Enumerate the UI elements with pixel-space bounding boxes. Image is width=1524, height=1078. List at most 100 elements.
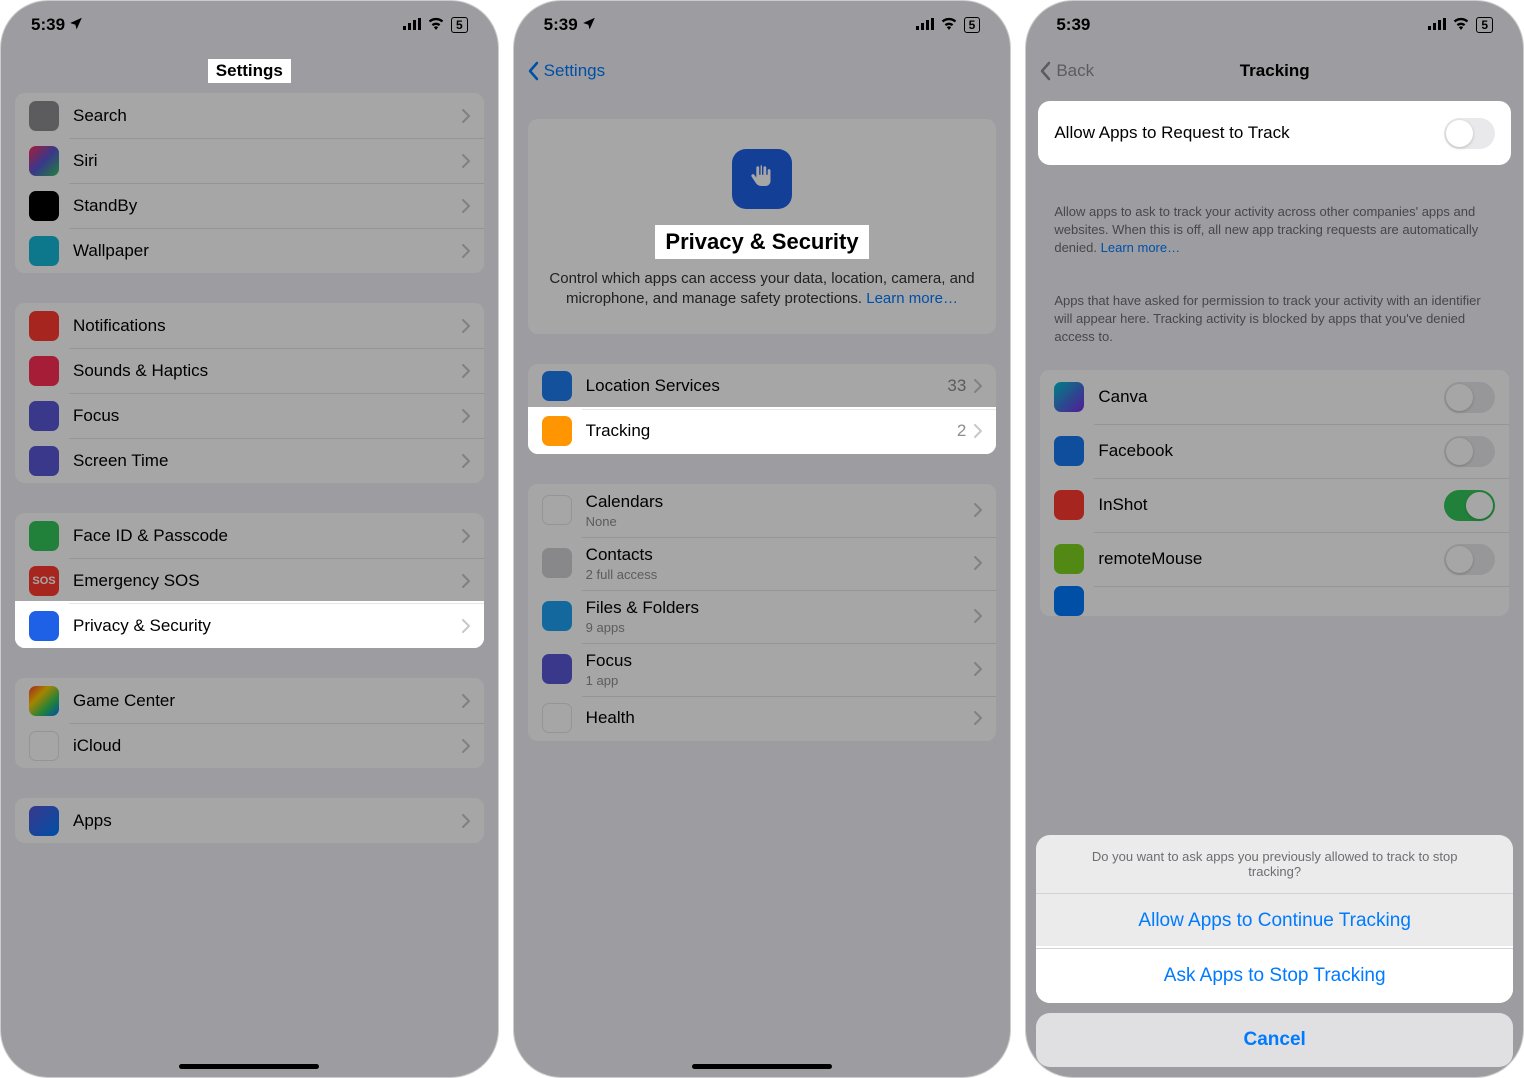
app-label: Canva bbox=[1098, 387, 1444, 407]
allow-apps-label: Allow Apps to Request to Track bbox=[1054, 123, 1444, 143]
privacy-security-screen: 5:39 5 Settings Privacy & Security Contr… bbox=[513, 0, 1012, 1078]
allow-apps-to-track-row[interactable]: Allow Apps to Request to Track bbox=[1040, 103, 1509, 163]
settings-row-files-folders[interactable]: Files & Folders9 apps bbox=[528, 590, 997, 643]
row-label: Tracking bbox=[586, 421, 957, 441]
settings-row-standby[interactable]: StandBy bbox=[15, 183, 484, 228]
page-title: Settings bbox=[208, 59, 291, 83]
nav-header: Settings bbox=[1, 49, 498, 93]
nav-header: Settings bbox=[514, 49, 1011, 93]
chevron-right-icon bbox=[974, 424, 982, 438]
chevron-right-icon bbox=[462, 154, 470, 168]
chevron-right-icon bbox=[974, 379, 982, 393]
chevron-right-icon bbox=[462, 199, 470, 213]
hand-icon bbox=[732, 149, 792, 209]
back-button[interactable]: Back bbox=[1040, 61, 1094, 81]
app-toggle[interactable] bbox=[1444, 490, 1495, 521]
row-label: Search bbox=[73, 106, 462, 126]
settings-row-tracking[interactable]: Tracking2 bbox=[528, 409, 997, 454]
app-row-canva: Canva bbox=[1040, 370, 1509, 424]
battery-icon: 5 bbox=[451, 17, 468, 33]
tracking-description-1: Allow apps to ask to track your activity… bbox=[1026, 193, 1523, 282]
settings-row-notifications[interactable]: Notifications bbox=[15, 303, 484, 348]
stop-tracking-button[interactable]: Ask Apps to Stop Tracking bbox=[1036, 948, 1513, 1003]
settings-row-icloud[interactable]: iCloud bbox=[15, 723, 484, 768]
battery-icon: 5 bbox=[1476, 17, 1493, 33]
settings-row-location-services[interactable]: Location Services33 bbox=[528, 364, 997, 409]
app-label: Facebook bbox=[1098, 441, 1444, 461]
chevron-right-icon bbox=[462, 574, 470, 588]
status-time: 5:39 bbox=[31, 15, 65, 35]
location-icon bbox=[542, 371, 572, 401]
standby-icon bbox=[29, 191, 59, 221]
row-label: Location Services bbox=[586, 376, 948, 396]
page-title: Tracking bbox=[1240, 61, 1310, 81]
signal-icon bbox=[916, 15, 934, 35]
row-sublabel: 1 app bbox=[586, 673, 975, 688]
settings-row-contacts[interactable]: Contacts2 full access bbox=[528, 537, 997, 590]
cancel-button[interactable]: Cancel bbox=[1036, 1013, 1513, 1067]
settings-screen: 5:39 5 Settings Search Siri StandBy Wallpap… bbox=[0, 0, 499, 1078]
app-row-inshot: InShot bbox=[1040, 478, 1509, 532]
row-label: Focus bbox=[73, 406, 462, 426]
chevron-right-icon bbox=[974, 711, 982, 725]
app-row-partial bbox=[1040, 586, 1509, 616]
siri-icon bbox=[29, 146, 59, 176]
sheet-message: Do you want to ask apps you previously a… bbox=[1036, 835, 1513, 894]
row-label: StandBy bbox=[73, 196, 462, 216]
hero-card: Privacy & Security Control which apps ca… bbox=[528, 119, 997, 334]
chevron-right-icon bbox=[974, 609, 982, 623]
home-indicator[interactable] bbox=[179, 1064, 319, 1069]
hero-description: Control which apps can access your data,… bbox=[548, 269, 977, 310]
settings-row-face-id-passcode[interactable]: Face ID & Passcode bbox=[15, 513, 484, 558]
settings-row-search[interactable]: Search bbox=[15, 93, 484, 138]
row-sublabel: 9 apps bbox=[586, 620, 975, 635]
tracking-screen: 5:39 5 Back Tracking Allow Apps to Reque… bbox=[1025, 0, 1524, 1078]
chevron-right-icon bbox=[462, 319, 470, 333]
settings-row-calendars[interactable]: CalendarsNone bbox=[528, 484, 997, 537]
settings-row-screen-time[interactable]: Screen Time bbox=[15, 438, 484, 483]
settings-row-game-center[interactable]: Game Center bbox=[15, 678, 484, 723]
settings-row-siri[interactable]: Siri bbox=[15, 138, 484, 183]
app-label: InShot bbox=[1098, 495, 1444, 515]
settings-row-health[interactable]: Health bbox=[528, 696, 997, 741]
contacts-icon bbox=[542, 548, 572, 578]
search-icon bbox=[29, 101, 59, 131]
faceid-icon bbox=[29, 521, 59, 551]
allow-apps-toggle[interactable] bbox=[1444, 118, 1495, 149]
chevron-right-icon bbox=[462, 739, 470, 753]
settings-row-focus[interactable]: Focus bbox=[15, 393, 484, 438]
action-sheet: Do you want to ask apps you previously a… bbox=[1026, 825, 1523, 1077]
location-arrow-icon bbox=[69, 15, 83, 35]
chevron-right-icon bbox=[974, 556, 982, 570]
home-indicator[interactable] bbox=[692, 1064, 832, 1069]
apps-icon bbox=[29, 806, 59, 836]
signal-icon bbox=[403, 15, 421, 35]
settings-row-privacy-security[interactable]: Privacy & Security bbox=[15, 603, 484, 648]
app-toggle[interactable] bbox=[1444, 544, 1495, 575]
settings-row-apps[interactable]: Apps bbox=[15, 798, 484, 843]
continue-tracking-button[interactable]: Allow Apps to Continue Tracking bbox=[1036, 894, 1513, 948]
chevron-right-icon bbox=[462, 529, 470, 543]
settings-row-emergency-sos[interactable]: SOSEmergency SOS bbox=[15, 558, 484, 603]
settings-row-wallpaper[interactable]: Wallpaper bbox=[15, 228, 484, 273]
chevron-left-icon bbox=[528, 61, 540, 81]
app-row-facebook: Facebook bbox=[1040, 424, 1509, 478]
back-button[interactable]: Settings bbox=[528, 61, 605, 81]
tracking-icon bbox=[542, 416, 572, 446]
chevron-right-icon bbox=[462, 694, 470, 708]
learn-more-link[interactable]: Learn more… bbox=[1101, 240, 1180, 255]
gamecenter-icon bbox=[29, 686, 59, 716]
back-label: Back bbox=[1056, 61, 1094, 81]
chevron-right-icon bbox=[462, 454, 470, 468]
cloud-icon bbox=[29, 731, 59, 761]
app-toggle[interactable] bbox=[1444, 436, 1495, 467]
wallpaper-icon bbox=[29, 236, 59, 266]
back-label: Settings bbox=[544, 61, 605, 81]
row-label: Privacy & Security bbox=[73, 616, 462, 636]
settings-row-focus[interactable]: Focus1 app bbox=[528, 643, 997, 696]
chevron-right-icon bbox=[974, 503, 982, 517]
app-toggle[interactable] bbox=[1444, 382, 1495, 413]
settings-row-sounds-haptics[interactable]: Sounds & Haptics bbox=[15, 348, 484, 393]
wifi-icon bbox=[1452, 15, 1470, 35]
learn-more-link[interactable]: Learn more… bbox=[866, 290, 958, 307]
